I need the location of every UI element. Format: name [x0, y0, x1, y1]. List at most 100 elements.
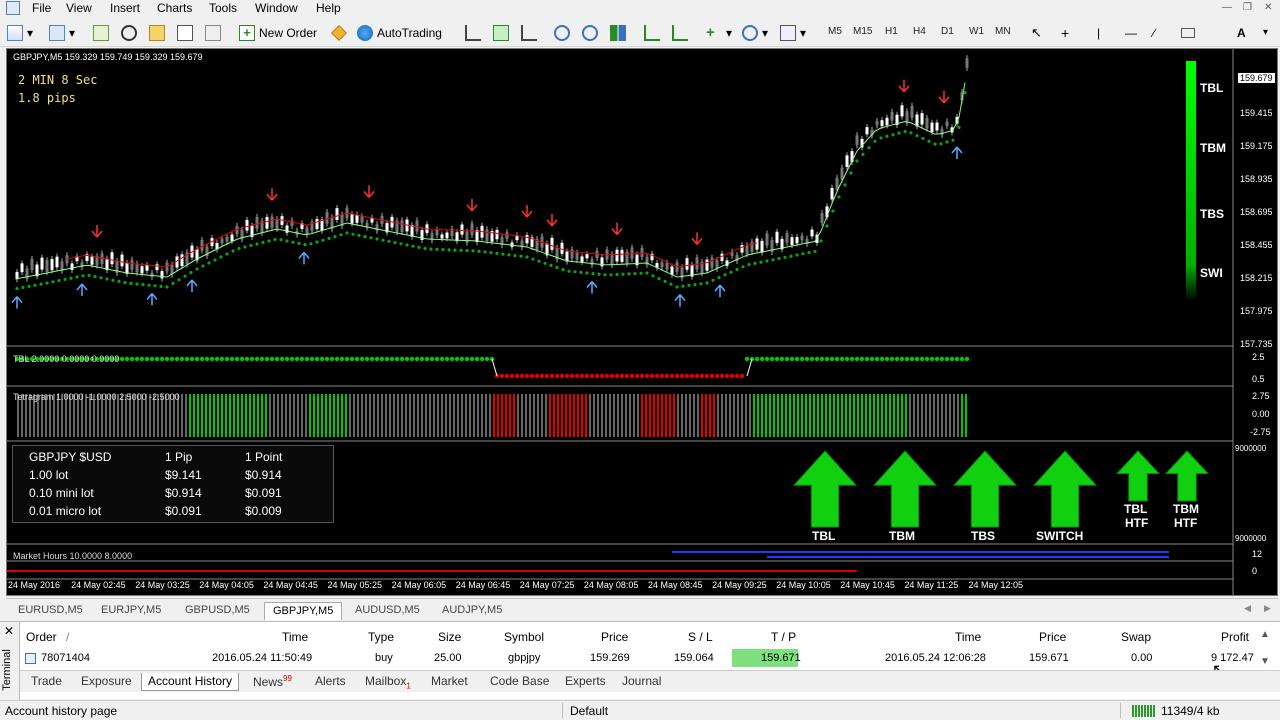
timeframe-h1[interactable]: H1 — [885, 26, 898, 37]
tab-account-history[interactable]: Account History — [141, 673, 240, 691]
new-order-button[interactable]: + New Order — [238, 23, 318, 42]
chart-tab-audjpy[interactable]: AUDJPY,M5 — [434, 602, 510, 620]
arrows-tool-button[interactable]: ▾ — [1262, 23, 1269, 42]
trend-dot — [885, 134, 889, 138]
table-row[interactable]: 78071404 2016.05.24 11:50:49 buy 25.00 g… — [20, 649, 1260, 667]
text-tool-button[interactable]: A — [1236, 23, 1247, 42]
chart-tab-eurjpy[interactable]: EURJPY,M5 — [93, 602, 169, 620]
tab-news[interactable]: News99 — [247, 673, 298, 691]
tab-alerts[interactable]: Alerts — [309, 673, 352, 691]
metaeditor-button[interactable] — [330, 23, 348, 42]
tab-experts[interactable]: Experts — [559, 673, 612, 691]
bar-chart-button[interactable] — [464, 23, 482, 42]
line-chart-button[interactable] — [520, 23, 538, 42]
tile-windows-button[interactable] — [609, 23, 627, 42]
tetragram-bar — [773, 394, 775, 437]
zoom-out-button[interactable] — [581, 23, 599, 42]
terminal-close-icon[interactable]: ✕ — [4, 624, 14, 638]
timeframe-w1[interactable]: W1 — [969, 26, 984, 37]
autotrading-button[interactable]: AutoTrading — [356, 23, 443, 42]
tab-exposure[interactable]: Exposure — [75, 673, 138, 691]
candlestick-button[interactable] — [492, 23, 510, 42]
timeframe-h4[interactable]: H4 — [913, 26, 926, 37]
tab-journal[interactable]: Journal — [616, 673, 667, 691]
navigator-button[interactable] — [120, 23, 138, 42]
strategy-tester-button[interactable] — [204, 23, 222, 42]
tab-trade[interactable]: Trade — [25, 673, 68, 691]
menu-help[interactable]: Help — [316, 1, 341, 15]
col-close-time[interactable]: Time — [955, 630, 981, 644]
chart-tab-gbpjpy[interactable]: GBPJPY,M5 — [264, 602, 343, 620]
data-window-button[interactable] — [148, 23, 166, 42]
trendline-button[interactable]: ∕ — [1152, 23, 1156, 42]
candle — [150, 272, 154, 277]
col-tp[interactable]: T / P — [771, 630, 796, 644]
col-price[interactable]: Price — [601, 630, 628, 644]
timeframe-m15[interactable]: M15 — [853, 26, 872, 37]
trend-dot — [903, 129, 907, 134]
tab-mailbox[interactable]: Mailbox1 — [359, 673, 417, 691]
chart-tab-eurusd[interactable]: EURUSD,M5 — [10, 602, 91, 620]
menu-view[interactable]: View — [66, 1, 92, 15]
tetragram-bar — [465, 394, 467, 437]
tetragram-bar — [181, 394, 183, 437]
row-swap: 0.00 — [1131, 652, 1153, 664]
col-profit[interactable]: Profit — [1221, 630, 1249, 644]
menu-tools[interactable]: Tools — [209, 1, 237, 15]
candle — [630, 247, 634, 259]
col-time[interactable]: Time — [282, 630, 308, 644]
restore-icon[interactable]: ❐ — [1243, 2, 1252, 13]
chart-tab-audusd[interactable]: AUDUSD,M5 — [347, 602, 428, 620]
col-type[interactable]: Type — [368, 630, 394, 644]
tbl-dot — [644, 373, 650, 379]
horizontal-line-button[interactable]: — — [1124, 23, 1138, 42]
timeframe-mn[interactable]: MN — [995, 26, 1011, 37]
menu-charts[interactable]: Charts — [157, 1, 192, 15]
scroll-left-icon[interactable]: ◀ — [1244, 603, 1251, 614]
col-symbol[interactable]: Symbol — [504, 630, 544, 644]
market-watch-button[interactable] — [92, 23, 110, 42]
scroll-right-icon[interactable]: ▶ — [1264, 603, 1271, 614]
time-tick: 24 May 08:05 — [583, 580, 639, 590]
col-swap[interactable]: Swap — [1121, 630, 1151, 644]
terminal-button[interactable] — [176, 23, 194, 42]
timeframe-m5[interactable]: M5 — [828, 26, 842, 37]
tetragram-bar — [425, 394, 427, 437]
menu-insert[interactable]: Insert — [110, 1, 140, 15]
auto-scroll-icon — [644, 24, 660, 41]
cursor-button[interactable]: ↖ — [1030, 23, 1043, 42]
periods-button[interactable]: ▾ — [741, 23, 769, 42]
trend-dot — [33, 283, 37, 287]
new-chart-button[interactable]: ▾ — [6, 23, 34, 42]
col-sl[interactable]: S / L — [688, 630, 713, 644]
scroll-down-icon[interactable]: ▼ — [1260, 656, 1270, 667]
crosshair-button[interactable]: + — [1060, 23, 1070, 42]
timeframe-d1[interactable]: D1 — [941, 26, 954, 37]
menu-file[interactable]: File — [32, 1, 51, 15]
zoom-in-button[interactable] — [553, 23, 571, 42]
indicators-button[interactable]: + ▾ — [705, 23, 733, 42]
tetragram-bar — [417, 394, 419, 437]
vertical-line-button[interactable]: | — [1096, 23, 1101, 42]
scroll-up-icon[interactable]: ▲ — [1260, 629, 1270, 640]
app-icon[interactable] — [6, 1, 20, 15]
channel-button[interactable] — [1180, 23, 1196, 42]
tab-code-base[interactable]: Code Base — [484, 673, 555, 691]
chart-window[interactable]: GBPJPY,M5 159.329 159.749 159.329 159.67… — [6, 48, 1278, 596]
menu-window[interactable]: Window — [255, 1, 298, 15]
tab-market[interactable]: Market — [425, 673, 474, 691]
templates-button[interactable]: ▾ — [779, 23, 807, 42]
col-size[interactable]: Size — [438, 630, 461, 644]
chart-shift-button[interactable] — [671, 23, 689, 42]
trend-dot — [345, 231, 349, 235]
minimize-icon[interactable]: — — [1222, 2, 1232, 13]
connection-icon[interactable] — [1132, 705, 1156, 717]
close-icon[interactable]: ✕ — [1264, 2, 1272, 13]
tbl-dot — [879, 356, 885, 362]
col-close-price[interactable]: Price — [1039, 630, 1066, 644]
chart-tab-gbpusd[interactable]: GBPUSD,M5 — [177, 602, 258, 620]
profiles-button[interactable]: ▾ — [48, 23, 76, 42]
auto-scroll-button[interactable] — [643, 23, 661, 42]
tetragram-bar — [877, 394, 879, 437]
col-order[interactable]: Order — [26, 630, 57, 644]
